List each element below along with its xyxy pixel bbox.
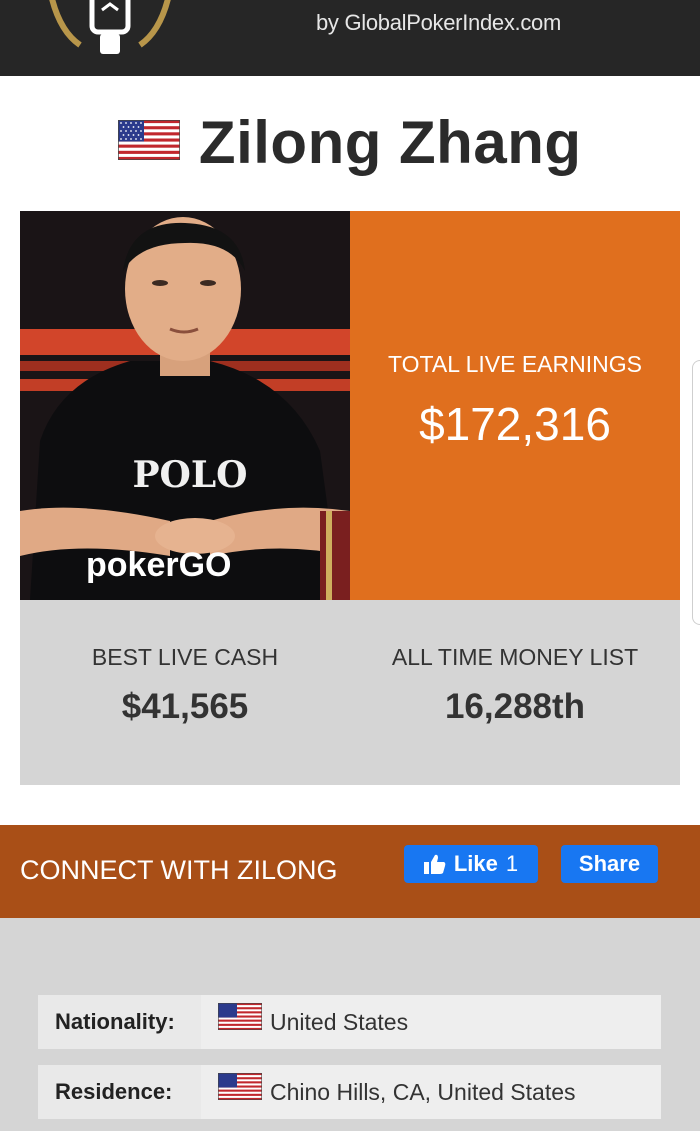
nationality-row: Nationality: United States — [38, 995, 661, 1049]
residence-label: Residence: — [38, 1065, 201, 1119]
like-label: Like — [453, 851, 498, 876]
shirt-text: POLO — [132, 454, 247, 496]
us-flag-icon — [217, 1065, 263, 1119]
connect-label: CONNECT WITH ZILONG — [20, 855, 338, 885]
nationality-value-cell: United States — [201, 995, 661, 1049]
total-earnings-label: TOTAL LIVE EARNINGS — [388, 351, 642, 377]
best-live-cash-value: $41,565 — [121, 687, 249, 726]
gpi-crest-icon[interactable] — [40, 0, 180, 60]
player-name: Zilong Zhang — [198, 109, 582, 176]
player-photo: POLO pokerGO — [20, 211, 350, 600]
facebook-like-button[interactable]: Like 1 — [404, 845, 538, 883]
pokergo-watermark: pokerGO — [86, 546, 231, 584]
total-earnings-panel: TOTAL LIVE EARNINGS $172,316 — [350, 211, 680, 600]
scrollbar-handle[interactable] — [692, 360, 700, 625]
residence-value: Chino Hills, CA, United States — [270, 1079, 576, 1105]
facebook-share-button[interactable]: Share — [561, 845, 658, 883]
money-list-stat: ALL TIME MONEY LIST 16,288th — [350, 644, 680, 727]
us-flag-icon — [217, 995, 263, 1049]
best-live-cash-stat: BEST LIVE CASH $41,565 — [20, 644, 350, 727]
us-flag-icon — [117, 119, 182, 165]
money-list-value: 16,288th — [444, 687, 586, 726]
site-header: by GlobalPokerIndex.com — [0, 0, 700, 76]
best-live-cash-label: BEST LIVE CASH — [91, 644, 279, 670]
share-label: Share — [578, 851, 641, 876]
like-count: 1 — [505, 851, 519, 876]
thumbs-up-icon — [423, 854, 446, 874]
money-list-label: ALL TIME MONEY LIST — [391, 644, 639, 670]
total-earnings-value: $172,316 — [419, 398, 611, 450]
residence-row: Residence: Chino Hills, CA, United State… — [38, 1065, 661, 1119]
site-byline[interactable]: by GlobalPokerIndex.com — [316, 10, 561, 36]
player-title: Zilong Zhang — [0, 108, 700, 180]
stats-panel: BEST LIVE CASH $41,565 ALL TIME MONEY LI… — [20, 600, 680, 785]
nationality-label: Nationality: — [38, 995, 201, 1049]
residence-value-cell: Chino Hills, CA, United States — [201, 1065, 661, 1119]
nationality-value: United States — [270, 1009, 409, 1035]
